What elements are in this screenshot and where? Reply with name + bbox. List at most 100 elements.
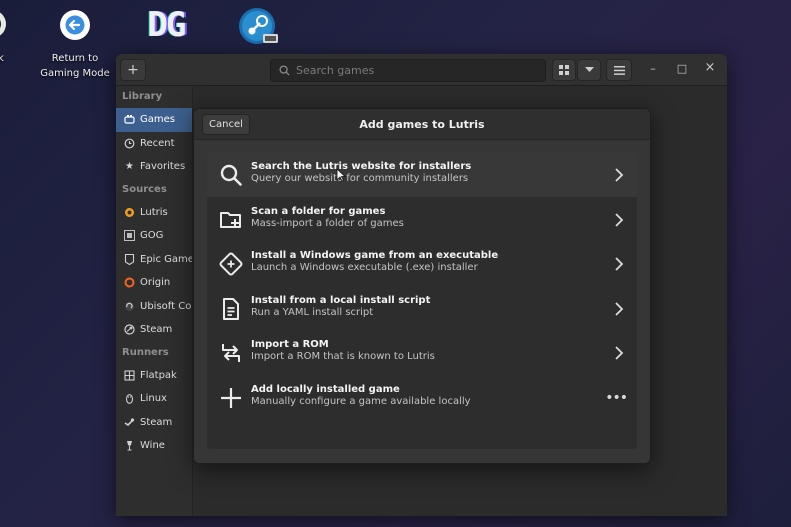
add-games-dialog: Add games to Lutris Cancel Search the Lu… — [193, 108, 651, 464]
sidebar-item-gog[interactable]: GOG — [116, 224, 192, 248]
sidebar-item-recent[interactable]: Recent — [116, 132, 192, 156]
add-game-button[interactable]: + — [120, 59, 146, 81]
option-local-install-script[interactable]: Install from a local install script Run … — [207, 287, 637, 331]
plus-icon: + — [127, 62, 139, 78]
sidebar-item-label: Steam — [140, 324, 173, 336]
chevron-right-icon — [615, 301, 624, 316]
sidebar-item-label: Linux — [140, 393, 167, 405]
maximize-button[interactable]: □ — [675, 62, 689, 75]
sidebar-item-games[interactable]: Games — [116, 108, 192, 132]
chevron-right-icon — [615, 212, 624, 227]
option-title: Add locally installed game — [251, 383, 400, 395]
steam-icon — [124, 324, 135, 335]
origin-icon — [124, 277, 135, 288]
mouse-cursor-icon — [336, 168, 346, 182]
option-import-rom[interactable]: Import a ROM Import a ROM that is known … — [207, 331, 637, 375]
option-add-locally-installed[interactable]: Add locally installed game Manually conf… — [207, 376, 637, 420]
option-text: Scan a folder for games Mass-import a fo… — [251, 206, 404, 230]
dialog-title: Add games to Lutris — [359, 118, 485, 131]
chevron-right-icon — [615, 168, 624, 182]
chevron-right-icon — [615, 346, 624, 360]
steam-icon — [239, 8, 278, 44]
option-text: Search the Lutris website for installers… — [251, 161, 471, 185]
dialog-header: Add games to Lutris Cancel — [194, 109, 650, 140]
sidebar: Library Games Recent ★ Favorites Sources… — [116, 86, 193, 516]
sidebar-item-label: Games — [140, 114, 175, 126]
sidebar-header-library: Library — [122, 91, 163, 102]
option-text: Install from a local install script Run … — [251, 295, 430, 319]
option-title: Import a ROM — [251, 339, 329, 350]
sidebar-item-ubisoft[interactable]: Ubisoft Con — [116, 295, 192, 319]
grid-icon — [559, 65, 569, 75]
cancel-button[interactable]: Cancel — [202, 114, 250, 135]
sidebar-item-origin[interactable]: Origin — [116, 271, 192, 295]
steam-app-icon[interactable] — [237, 6, 281, 53]
option-scan-folder[interactable]: Scan a folder for games Mass-import a fo… — [207, 198, 637, 242]
option-subtitle: Query our website for community installe… — [251, 173, 469, 184]
gamepad-icon — [124, 114, 135, 125]
view-dropdown-button[interactable] — [577, 59, 601, 81]
search-placeholder: Search games — [296, 64, 375, 77]
option-subtitle: Manually configure a game available loca… — [251, 395, 471, 407]
option-title: Scan a folder for games — [251, 205, 386, 217]
return-arrow-icon — [60, 10, 90, 40]
sidebar-item-label: Recent — [140, 137, 175, 149]
search-input[interactable]: Search games — [270, 59, 546, 82]
grid-view-button[interactable] — [552, 59, 576, 81]
option-search-lutris-website[interactable]: Search the Lutris website for installers… — [207, 153, 637, 197]
hamburger-menu-icon — [613, 65, 625, 75]
sidebar-item-flatpak[interactable]: Flatpak — [116, 364, 192, 388]
sidebar-item-label: Wine — [140, 440, 165, 452]
epic-icon — [124, 253, 135, 265]
option-install-windows-exe[interactable]: Install a Windows game from an executabl… — [207, 242, 637, 286]
option-title: Install from a local install script — [251, 294, 431, 306]
linux-icon — [124, 393, 135, 405]
option-subtitle: Launch a Windows executable (.exe) insta… — [251, 262, 478, 273]
sidebar-header-runners: Runners — [122, 346, 169, 358]
chevron-right-icon — [615, 257, 624, 271]
search-icon — [220, 164, 242, 186]
sidebar-item-label: Flatpak — [140, 369, 177, 381]
rom-import-icon — [222, 344, 240, 362]
sidebar-item-steam-runner[interactable]: Steam — [116, 411, 192, 435]
return-label-line2: Gaming Mode — [40, 68, 110, 79]
partial-app-icon — [0, 12, 6, 36]
sidebar-item-linux[interactable]: Linux — [116, 387, 192, 411]
steam-icon — [124, 417, 135, 428]
minimize-button[interactable]: – — [646, 62, 660, 75]
dg-logo: DG — [147, 5, 187, 45]
add-options-list: Search the Lutris website for installers… — [207, 153, 637, 449]
option-text: Import a ROM Import a ROM that is known … — [251, 339, 435, 363]
return-to-gaming-mode-icon[interactable]: Return to Gaming Mode — [36, 6, 114, 81]
window-headerbar: + Search games – □ × — [116, 54, 727, 86]
desktop-icon-partial[interactable]: k — [0, 6, 12, 66]
more-options-icon[interactable]: ••• — [605, 390, 628, 406]
sidebar-item-wine[interactable]: Wine — [116, 434, 192, 458]
sidebar-item-label: Steam — [140, 416, 173, 428]
sidebar-item-label: Lutris — [140, 206, 168, 218]
plus-icon — [221, 387, 241, 408]
search-icon — [279, 65, 290, 76]
chevron-down-icon — [584, 67, 594, 72]
clock-icon — [124, 138, 135, 149]
sidebar-item-label: Epic Games — [140, 253, 192, 265]
sidebar-item-steam-source[interactable]: Steam — [116, 318, 192, 342]
dg-app-icon[interactable]: DG — [141, 4, 191, 46]
sidebar-item-label: Favorites — [140, 161, 186, 173]
option-text: Install a Windows game from an executabl… — [251, 250, 498, 274]
sidebar-header-sources: Sources — [122, 183, 167, 195]
wine-glass-icon — [124, 440, 135, 451]
return-label-line1: Return to — [51, 53, 99, 64]
sidebar-item-favorites[interactable]: ★ Favorites — [116, 155, 192, 179]
sidebar-item-label: Origin — [140, 277, 171, 289]
menu-button[interactable] — [606, 59, 632, 81]
option-text: Add locally installed game Manually conf… — [251, 384, 471, 408]
ubisoft-icon — [124, 301, 135, 312]
flatpak-icon — [124, 370, 135, 381]
option-title: Search the Lutris website for installers — [251, 161, 472, 172]
gog-icon — [124, 230, 135, 242]
desktop-icon-label: k — [0, 53, 4, 64]
close-button[interactable]: × — [703, 60, 717, 75]
sidebar-item-lutris[interactable]: Lutris — [116, 201, 192, 225]
sidebar-item-epic-games[interactable]: Epic Games — [116, 248, 192, 272]
